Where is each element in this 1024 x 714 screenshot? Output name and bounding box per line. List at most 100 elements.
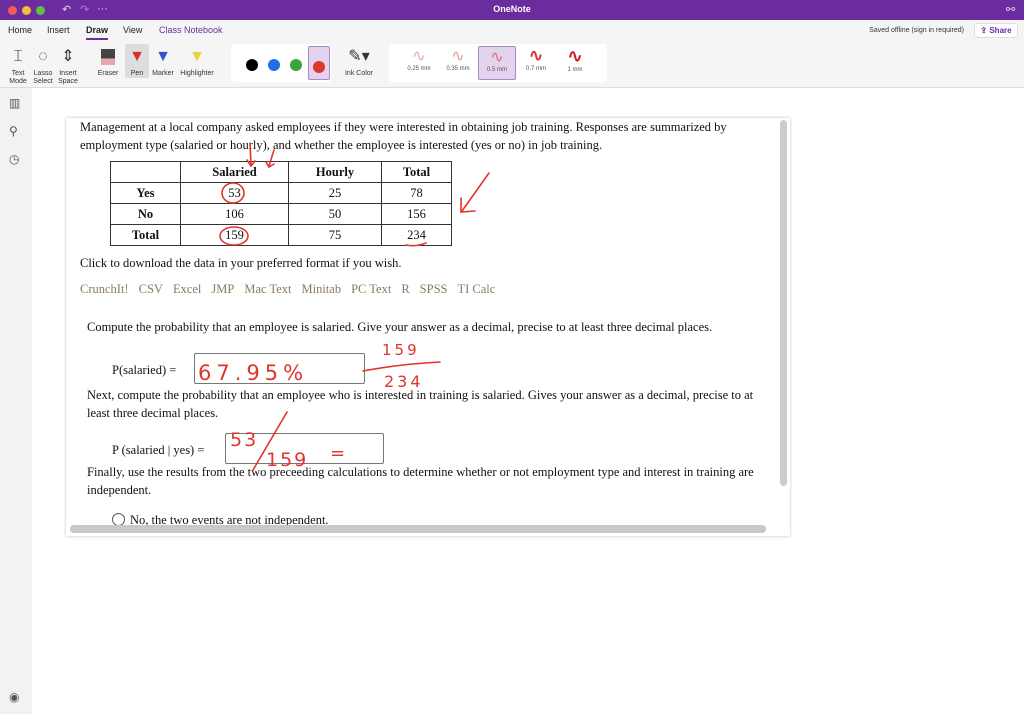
label: Lasso Select [33,70,53,85]
color-black[interactable] [246,59,258,71]
lasso-select-button[interactable]: ◌ Lasso Select [31,44,55,86]
label: 0.25 mm [407,66,431,72]
save-status: Saved offline (sign in required) [869,27,964,34]
horizontal-scrollbar[interactable] [70,525,766,533]
row-label: Total [110,224,181,246]
tab-home[interactable]: Home [8,25,32,35]
table-row: Total 159 75 234 [110,224,452,246]
draw-ribbon: ⌶ Text Mode ◌ Lasso Select ⇕ Insert Space E… [0,40,1024,88]
cell: 75 [288,224,382,246]
label: Text Mode [9,70,27,85]
cell: 156 [381,203,452,225]
thickness-0-5[interactable]: ∿ 0.5 mm [478,46,516,80]
link-excel[interactable]: Excel [173,282,201,296]
label: Insert Space [58,70,78,85]
sync-icon[interactable]: ⚯ [1006,3,1015,16]
tab-class-notebook[interactable]: Class Notebook [159,25,223,35]
share-button[interactable]: ⇪ Share [974,23,1018,38]
p-salaried-input[interactable] [194,353,365,384]
vertical-scrollbar[interactable] [780,120,787,486]
marker-button[interactable]: ▼ Marker [150,44,176,78]
link-spss[interactable]: SPSS [420,282,448,296]
link-csv[interactable]: CSV [139,282,163,296]
tab-insert[interactable]: Insert [47,25,70,35]
link-ti-calc[interactable]: TI Calc [457,282,495,296]
thickness-0-35[interactable]: ∿ 0.35 mm [439,46,477,80]
ink-color-button[interactable]: ✎▾ Ink Color [342,44,376,78]
pasted-question-image: Management at a local company asked empl… [66,118,790,536]
cell: 50 [288,203,382,225]
label: 0.5 mm [486,67,507,73]
question-3: Finally, use the results from the two pr… [87,465,754,497]
ribbon-tabs: Home Insert Draw View Class Notebook Sav… [0,20,1024,40]
link-minitab[interactable]: Minitab [302,282,342,296]
label: Pen [130,70,144,77]
text-mode-button[interactable]: ⌶ Text Mode [6,44,30,86]
contingency-table: Salaried Hourly Total Yes 53 25 78 No 106 50 156… [110,161,452,246]
download-links: CrunchIt! CSV Excel JMP Mac Text Minitab PC Te… [80,280,505,298]
eraser-button[interactable]: Eraser [92,44,124,78]
download-text: Click to download the data in your prefe… [80,256,402,270]
left-sidebar: ▥ ⚲ ◷ ◉ [0,88,32,714]
notebooks-icon[interactable]: ▥ [9,96,20,110]
marker-icon: ▼ [155,48,171,65]
label: 0.7 mm [525,66,546,72]
row-label: No [110,203,181,225]
thickness-1[interactable]: ∿ 1 mm [556,46,594,80]
share-label: Share [989,26,1012,35]
cell: 25 [288,182,382,204]
table-row: Yes 53 25 78 [110,182,452,204]
link-crunchit[interactable]: CrunchIt! [80,282,129,296]
pen-button[interactable]: ▼ Pen [125,44,149,78]
header-cell: Hourly [288,161,382,183]
table-row: No 106 50 156 [110,203,452,225]
color-green[interactable] [290,59,302,71]
link-pc-text[interactable]: PC Text [351,282,391,296]
link-r[interactable]: R [401,282,409,296]
highlighter-icon: ▼ [189,48,205,65]
p-salaried-label: P(salaried) = [112,363,177,377]
highlighter-button[interactable]: ▼ Highlighter [177,44,217,78]
color-blue[interactable] [268,59,280,71]
search-icon[interactable]: ⚲ [9,124,18,138]
label: Eraser [97,70,119,77]
p-salaried-given-yes-label: P (salaried | yes) = [112,443,205,457]
cell: 159 [180,224,289,246]
thickness-0-7[interactable]: ∿ 0.7 mm [517,46,555,80]
insert-space-button[interactable]: ⇕ Insert Space [56,44,80,86]
cell: 78 [381,182,452,204]
ink-color-icon: ✎▾ [348,48,370,65]
cell: 53 [180,182,289,204]
eraser-icon [92,44,124,70]
label: Highlighter [180,70,214,77]
recent-clock-icon[interactable]: ◷ [9,152,19,166]
label: 0.35 mm [446,66,470,72]
link-mac-text[interactable]: Mac Text [244,282,291,296]
window-title: OneNote [493,4,531,14]
tab-draw[interactable]: Draw [86,25,109,40]
label: Marker [152,70,174,77]
question-2: Next, compute the probability that an em… [87,388,754,420]
header-cell: Total [381,161,452,183]
cell: 106 [180,203,289,225]
lasso-icon: ◌ [38,48,48,65]
account-icon[interactable]: ◉ [9,690,19,704]
label: 1 mm [567,67,583,73]
row-label: Yes [110,182,181,204]
header-cell: Salaried [180,161,289,183]
share-icon: ⇪ [980,26,990,35]
title-bar: ↶ ↷ ··· OneNote ⚯ [0,0,1024,20]
thickness-palette: ∿ 0.25 mm ∿ 0.35 mm ∿ 0.5 mm ∿ 0.7 mm ∿ 1 mm [389,44,607,82]
intro-text: Management at a local company asked empl… [80,120,727,152]
color-red-selected[interactable] [308,46,330,80]
color-palette [231,44,331,82]
thickness-0-25[interactable]: ∿ 0.25 mm [400,46,438,80]
cell: 234 [381,224,452,246]
tab-view[interactable]: View [123,25,142,35]
insert-space-icon: ⇕ [61,48,75,65]
pen-icon: ▼ [129,48,145,65]
p-salaried-given-yes-input[interactable] [225,433,384,464]
question-1: Compute the probability that an employee… [87,320,713,334]
link-jmp[interactable]: JMP [211,282,234,296]
header-cell [110,161,181,183]
